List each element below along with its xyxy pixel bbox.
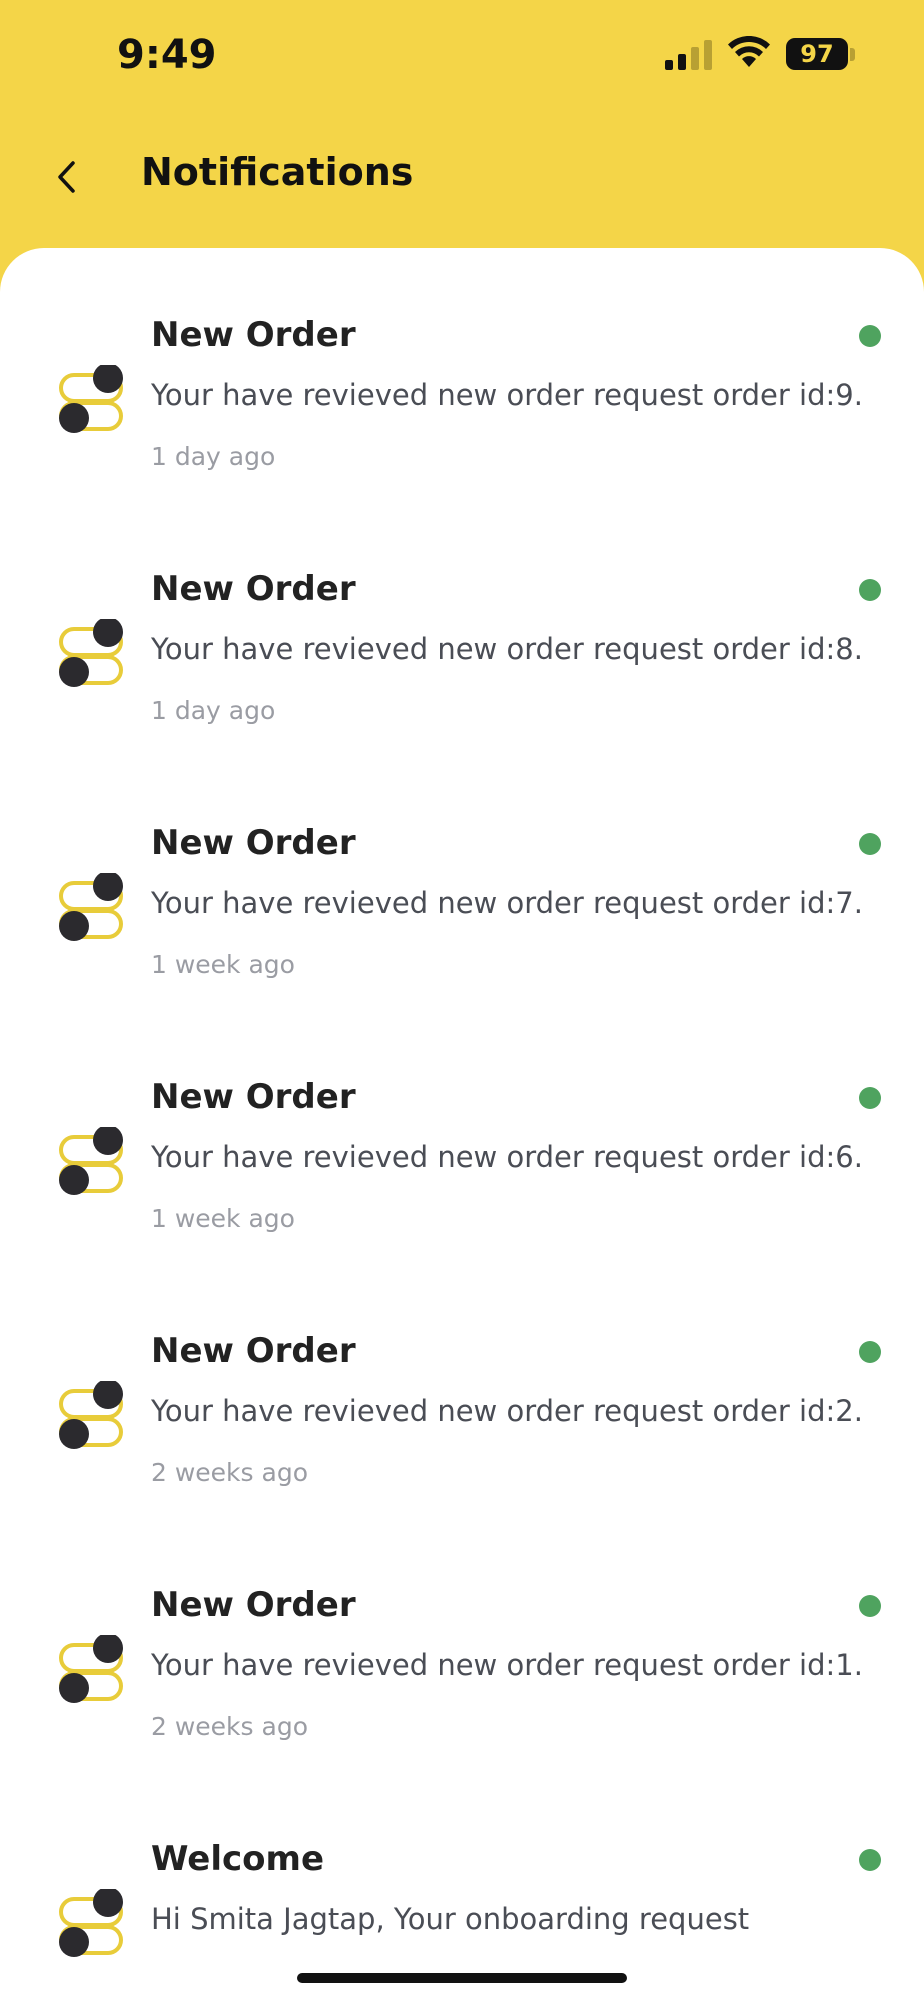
notification-message: Your have revieved new order request ord… xyxy=(151,886,863,920)
toggle-switches-icon xyxy=(58,617,128,689)
toggle-switches-icon xyxy=(58,1125,128,1197)
cellular-signal-icon xyxy=(665,40,712,70)
notification-item[interactable]: New Order Your have revieved new order re… xyxy=(0,248,924,502)
notification-message: Hi Smita Jagtap, Your onboarding request xyxy=(151,1902,750,1936)
unread-dot xyxy=(859,325,881,347)
notifications-sheet: New Order Your have revieved new order re… xyxy=(0,248,924,2000)
notification-time: 2 weeks ago xyxy=(151,1712,308,1741)
unread-dot xyxy=(859,1087,881,1109)
notification-time: 1 day ago xyxy=(151,442,276,471)
unread-dot xyxy=(859,833,881,855)
battery-tip xyxy=(850,48,855,61)
notification-message: Your have revieved new order request ord… xyxy=(151,1394,863,1428)
header: Notifications xyxy=(0,110,924,250)
toggle-switches-icon xyxy=(58,363,128,435)
wifi-icon xyxy=(728,36,770,67)
notification-message: Your have revieved new order request ord… xyxy=(151,1140,863,1174)
status-time: 9:49 xyxy=(117,32,217,78)
toggle-switches-icon xyxy=(58,871,128,943)
notification-item[interactable]: New Order Your have revieved new order re… xyxy=(0,756,924,1010)
notification-title: New Order xyxy=(151,1331,356,1371)
notification-time: 1 week ago xyxy=(151,950,295,979)
status-bar: 9:49 97 xyxy=(0,0,924,110)
toggle-switches-icon xyxy=(58,1379,128,1451)
battery-indicator: 97 xyxy=(786,38,848,70)
notification-message: Your have revieved new order request ord… xyxy=(151,1648,863,1682)
chevron-left-icon xyxy=(58,161,75,193)
unread-dot xyxy=(859,1849,881,1871)
back-button[interactable] xyxy=(40,150,94,204)
notification-title: Welcome xyxy=(151,1839,325,1879)
notification-item[interactable]: New Order Your have revieved new order re… xyxy=(0,1010,924,1264)
notification-time: 1 day ago xyxy=(151,696,276,725)
toggle-switches-icon xyxy=(58,1887,128,1959)
notification-item[interactable]: New Order Your have revieved new order re… xyxy=(0,1264,924,1518)
notification-message: Your have revieved new order request ord… xyxy=(151,378,863,412)
unread-dot xyxy=(859,579,881,601)
notification-time: 1 week ago xyxy=(151,1204,295,1233)
page-title: Notifications xyxy=(141,150,414,194)
notification-time: 2 weeks ago xyxy=(151,1458,308,1487)
toggle-switches-icon xyxy=(58,1633,128,1705)
notification-title: New Order xyxy=(151,1077,356,1117)
notification-item[interactable]: New Order Your have revieved new order re… xyxy=(0,1518,924,1772)
unread-dot xyxy=(859,1341,881,1363)
notification-title: New Order xyxy=(151,569,356,609)
notification-title: New Order xyxy=(151,823,356,863)
notification-title: New Order xyxy=(151,315,356,355)
notification-item[interactable]: New Order Your have revieved new order re… xyxy=(0,502,924,756)
notification-message: Your have revieved new order request ord… xyxy=(151,632,863,666)
home-indicator[interactable] xyxy=(297,1973,627,1983)
unread-dot xyxy=(859,1595,881,1617)
notification-title: New Order xyxy=(151,1585,356,1625)
